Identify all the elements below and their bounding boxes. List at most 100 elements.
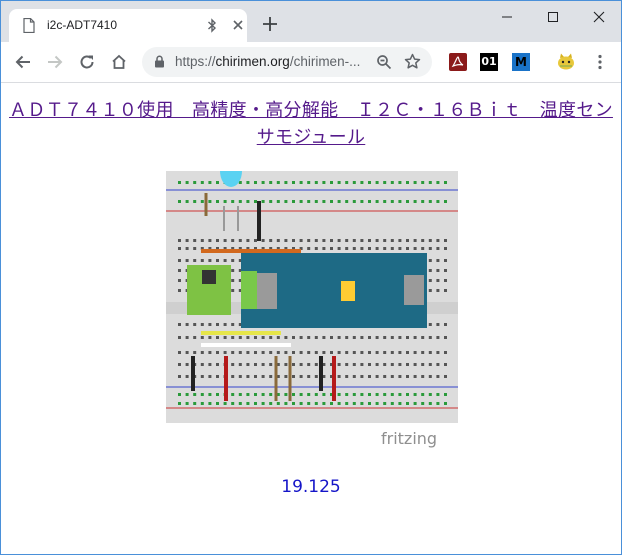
breadboard-hole <box>223 402 227 405</box>
breadboard-hole <box>231 402 235 405</box>
breadboard-hole <box>360 239 364 242</box>
breadboard-hole <box>231 289 235 292</box>
breadboard-hole <box>254 351 257 354</box>
breadboard-hole <box>421 402 425 405</box>
breadboard-hole <box>284 181 288 184</box>
breadboard-hole <box>345 247 349 250</box>
breadboard-hole <box>185 181 189 184</box>
breadboard-hole <box>231 239 235 242</box>
breadboard-hole <box>200 393 204 396</box>
bookmark-star-icon[interactable] <box>404 53 421 70</box>
breadboard-hole <box>246 336 250 339</box>
breadboard-hole <box>390 363 394 366</box>
reload-icon <box>80 55 94 69</box>
breadboard-hole <box>337 181 341 184</box>
breadboard-hole <box>178 247 181 250</box>
breadboard-hole <box>193 181 197 184</box>
breadboard-hole <box>292 181 295 184</box>
breadboard-hole <box>436 247 440 250</box>
breadboard-hole <box>352 363 356 366</box>
breadboard-hole <box>330 247 333 250</box>
minimize-button[interactable] <box>484 1 530 33</box>
breadboard-hole <box>352 393 356 396</box>
forward-button[interactable] <box>45 52 65 72</box>
new-tab-icon[interactable] <box>263 17 277 31</box>
breadboard-hole <box>193 200 197 203</box>
breadboard-hole <box>292 200 295 203</box>
breadboard-hole <box>436 351 440 354</box>
breadboard-hole <box>383 181 387 184</box>
menu-button[interactable] <box>590 52 610 72</box>
breadboard-hole <box>185 247 189 250</box>
breadboard-hole <box>269 336 273 339</box>
page-heading-link[interactable]: ＡＤＴ７４１０使用 高精度・高分解能 Ｉ２Ｃ・１６Ｂｉｔ 温度センサモジュール <box>1 97 621 151</box>
01-extension-icon[interactable]: 01 <box>480 53 498 71</box>
breadboard-hole <box>269 363 273 366</box>
back-button[interactable] <box>13 52 33 72</box>
breadboard-hole <box>292 402 295 405</box>
breadboard-hole <box>345 200 349 203</box>
breadboard-hole <box>231 336 235 339</box>
close-tab-icon[interactable] <box>231 18 245 32</box>
breadboard-hole <box>246 402 250 405</box>
breadboard-hole <box>246 375 250 378</box>
breadboard-hole <box>254 336 257 339</box>
breadboard-hole <box>185 363 189 366</box>
breadboard-hole <box>238 402 242 405</box>
breadboard-hole <box>261 181 265 184</box>
pdf-extension-icon[interactable] <box>449 53 467 71</box>
breadboard-hole <box>390 351 394 354</box>
back-arrow-icon <box>15 55 30 69</box>
breadboard-hole <box>444 200 447 203</box>
breadboard-hole <box>322 181 326 184</box>
cat-extension-icon[interactable] <box>557 53 575 71</box>
breadboard-hole <box>314 181 318 184</box>
lock-icon <box>155 55 164 68</box>
breadboard-hole <box>428 393 432 396</box>
breadboard-hole <box>436 323 440 326</box>
breadboard-hole <box>322 247 326 250</box>
breadboard-hole <box>269 393 273 396</box>
breadboard-hole <box>292 363 295 366</box>
close-window-button[interactable] <box>576 1 622 33</box>
breadboard-hole <box>193 239 197 242</box>
breadboard-hole <box>307 363 311 366</box>
browser-tab[interactable]: i2c-ADT7410 <box>9 9 247 42</box>
breadboard-hole <box>383 247 387 250</box>
breadboard-hole <box>360 375 364 378</box>
zoom-icon[interactable] <box>376 54 392 70</box>
breadboard-hole <box>360 393 364 396</box>
home-button[interactable] <box>109 52 129 72</box>
breadboard-hole <box>246 239 250 242</box>
breadboard-hole <box>345 402 349 405</box>
maximize-button[interactable] <box>530 1 576 33</box>
breadboard-hole <box>178 289 181 292</box>
m-extension-icon[interactable]: M <box>512 53 530 71</box>
breadboard-hole <box>178 323 181 326</box>
breadboard-hole <box>444 363 447 366</box>
breadboard-hole <box>185 323 189 326</box>
breadboard-hole <box>231 269 235 272</box>
breadboard-hole <box>238 336 242 339</box>
breadboard-hole <box>216 200 219 203</box>
breadboard-hole <box>292 351 295 354</box>
breadboard-hole <box>398 363 402 366</box>
reload-button[interactable] <box>77 52 97 72</box>
address-bar[interactable]: https://chirimen.org/chirimen-... <box>142 47 432 77</box>
breadboard-hole <box>345 181 349 184</box>
bluetooth-icon <box>208 18 217 33</box>
more-vert-icon <box>598 54 602 70</box>
breadboard-hole <box>421 375 425 378</box>
breadboard-hole <box>345 351 349 354</box>
breadboard-hole <box>406 351 409 354</box>
breadboard-hole <box>390 239 394 242</box>
breadboard-hole <box>314 363 318 366</box>
breadboard-hole <box>216 239 219 242</box>
breadboard-hole <box>390 402 394 405</box>
breadboard-hole <box>322 239 326 242</box>
breadboard-hole <box>307 200 311 203</box>
breadboard-hole <box>208 323 212 326</box>
breadboard-hole <box>292 393 295 396</box>
breadboard-hole <box>185 393 189 396</box>
breadboard-hole <box>368 363 371 366</box>
